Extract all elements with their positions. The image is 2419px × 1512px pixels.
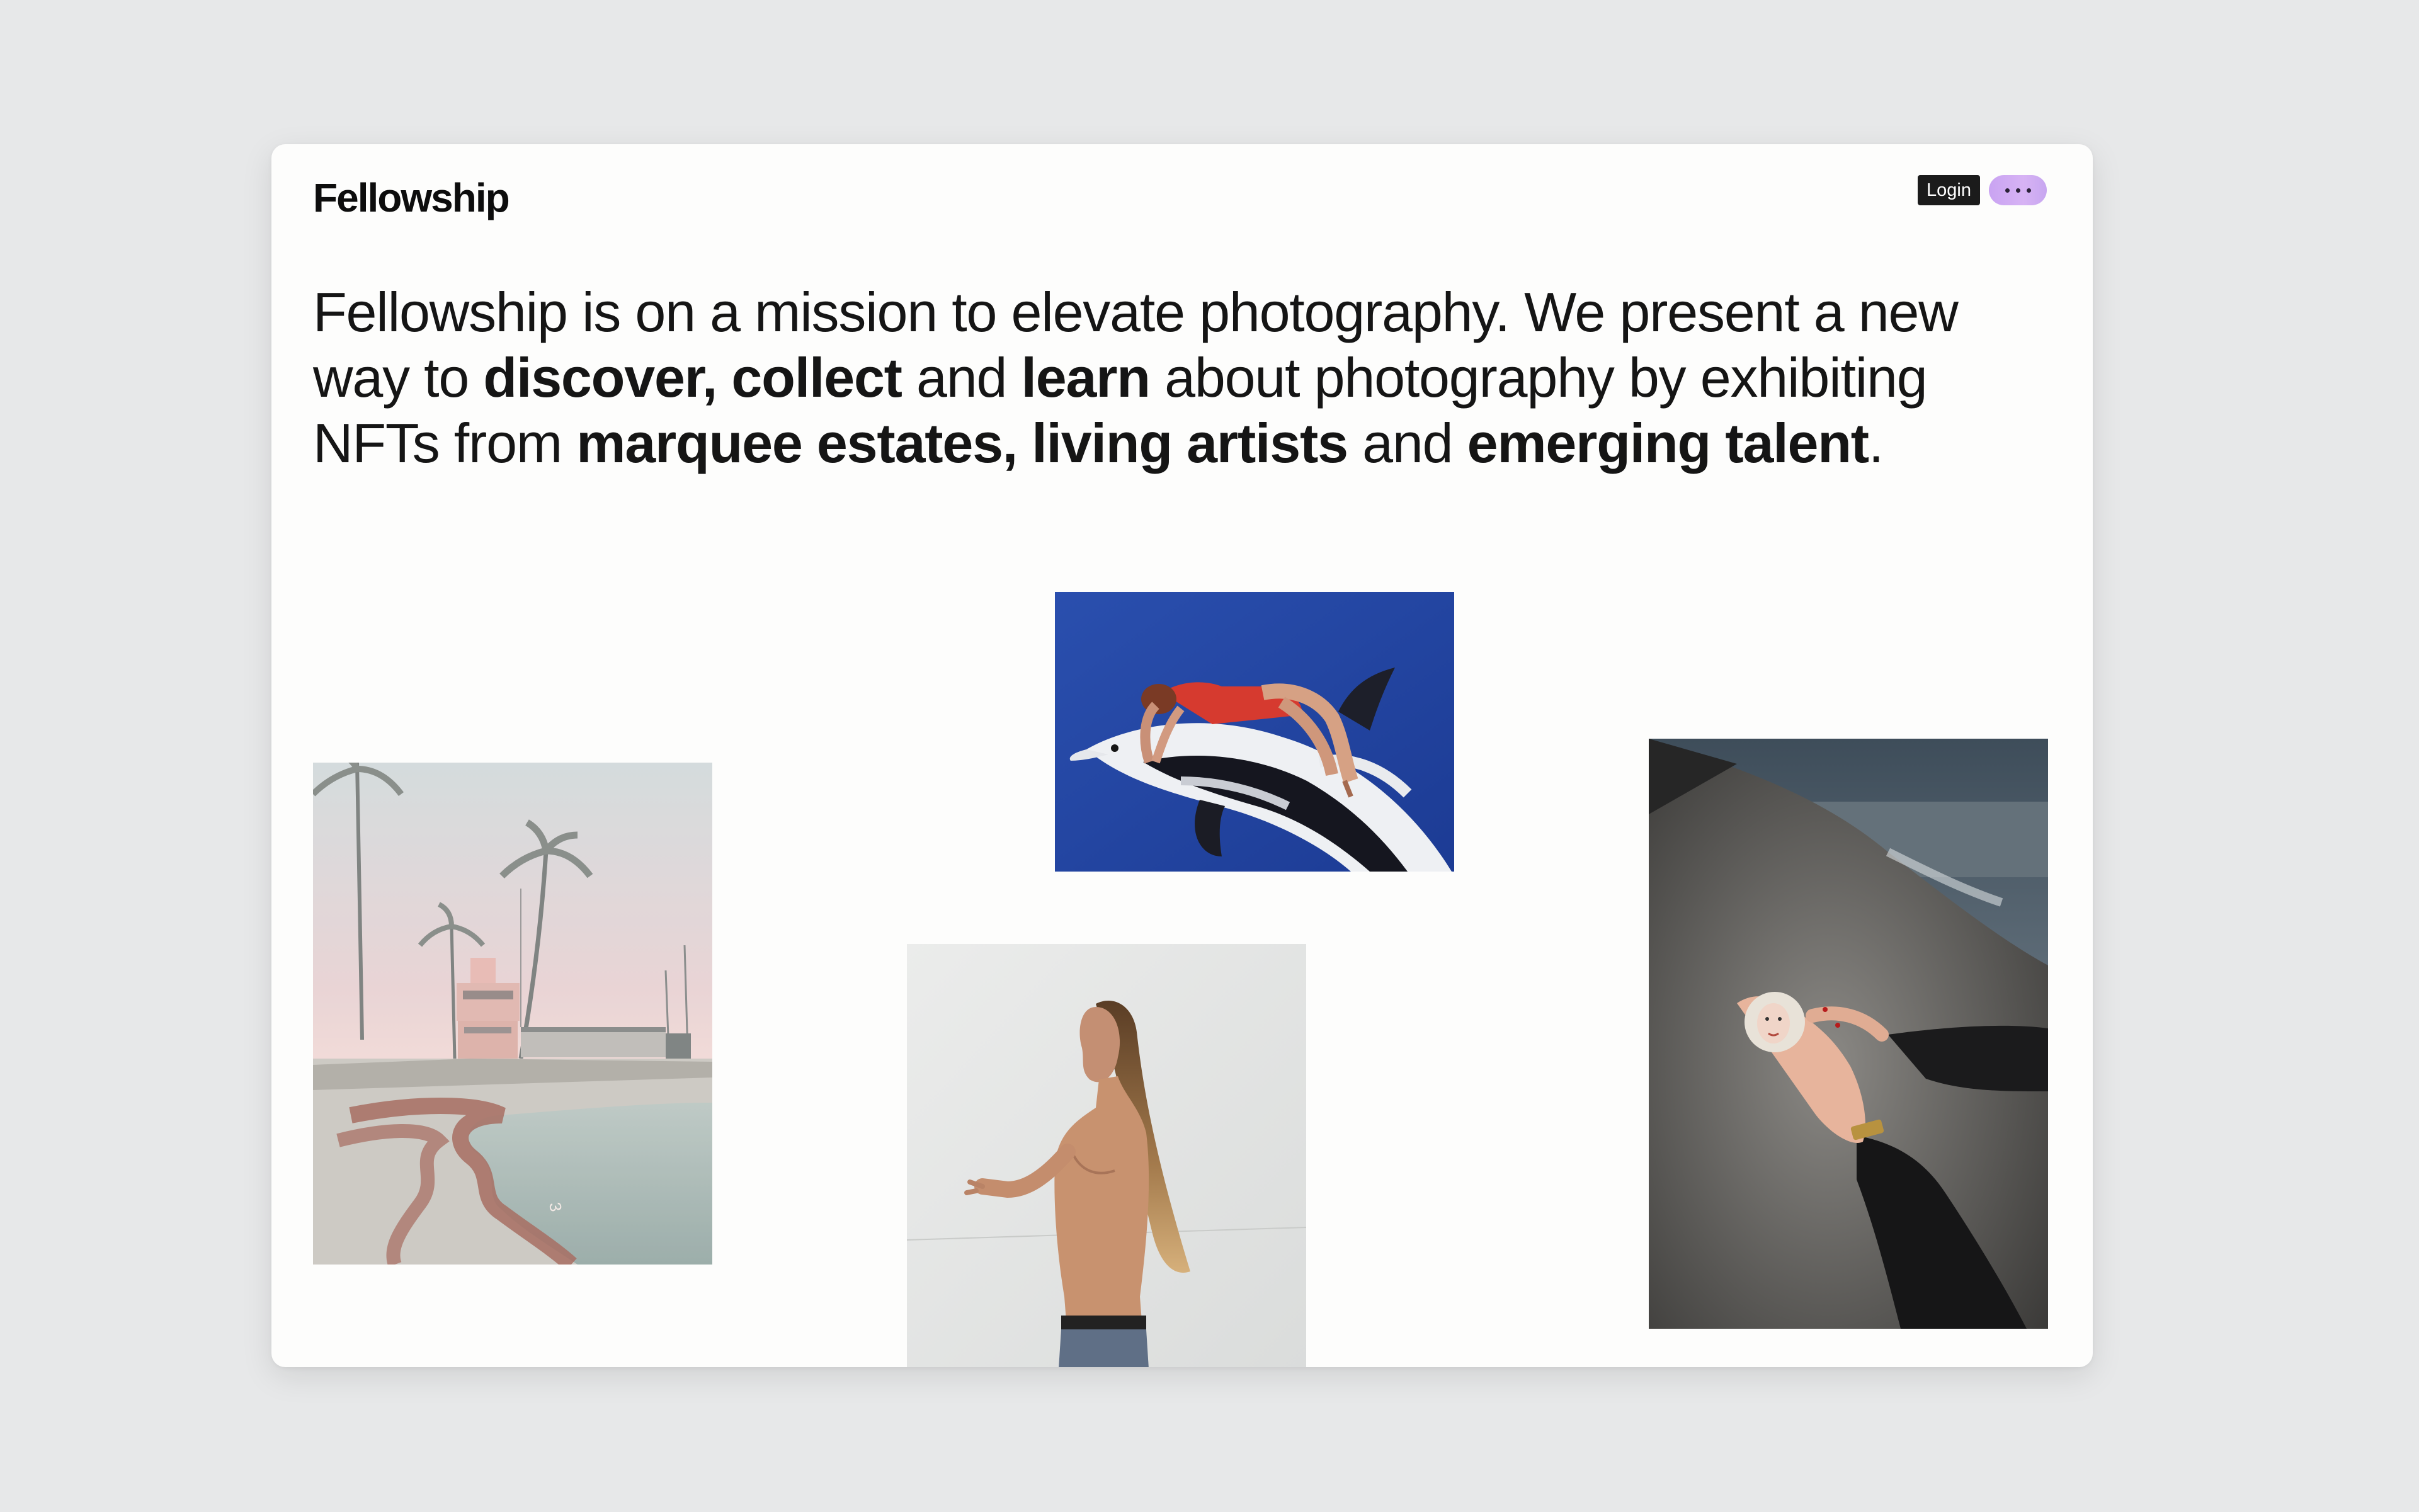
mission-emphasis: learn [1021,346,1151,409]
browser-window: Fellowship Login Fellowship is on a miss… [271,144,2093,1367]
mission-emphasis: marquee estates, living artists [576,412,1348,474]
fellowship-logo[interactable]: Fellowship [313,174,510,221]
photo-long-haired-man[interactable] [907,944,1306,1367]
ellipsis-icon [2005,188,2010,193]
photo-pastel-pool[interactable]: 3 [313,763,712,1265]
photo-hand-mirror-rocks[interactable] [1649,739,2048,1329]
mission-emphasis: emerging talent [1467,412,1869,474]
mission-statement: Fellowship is on a mission to elevate ph… [313,280,2013,476]
ellipsis-icon [2026,188,2031,193]
mission-text: . [1868,412,1884,474]
mission-text: and [901,346,1022,409]
ellipsis-icon [2015,188,2020,193]
photo-dolphin-swimmer[interactable] [1055,592,1454,872]
mission-emphasis: discover, collect [483,346,902,409]
mission-text: and [1347,412,1467,474]
login-button[interactable]: Login [1918,175,1980,205]
more-menu-button[interactable] [1989,175,2047,205]
